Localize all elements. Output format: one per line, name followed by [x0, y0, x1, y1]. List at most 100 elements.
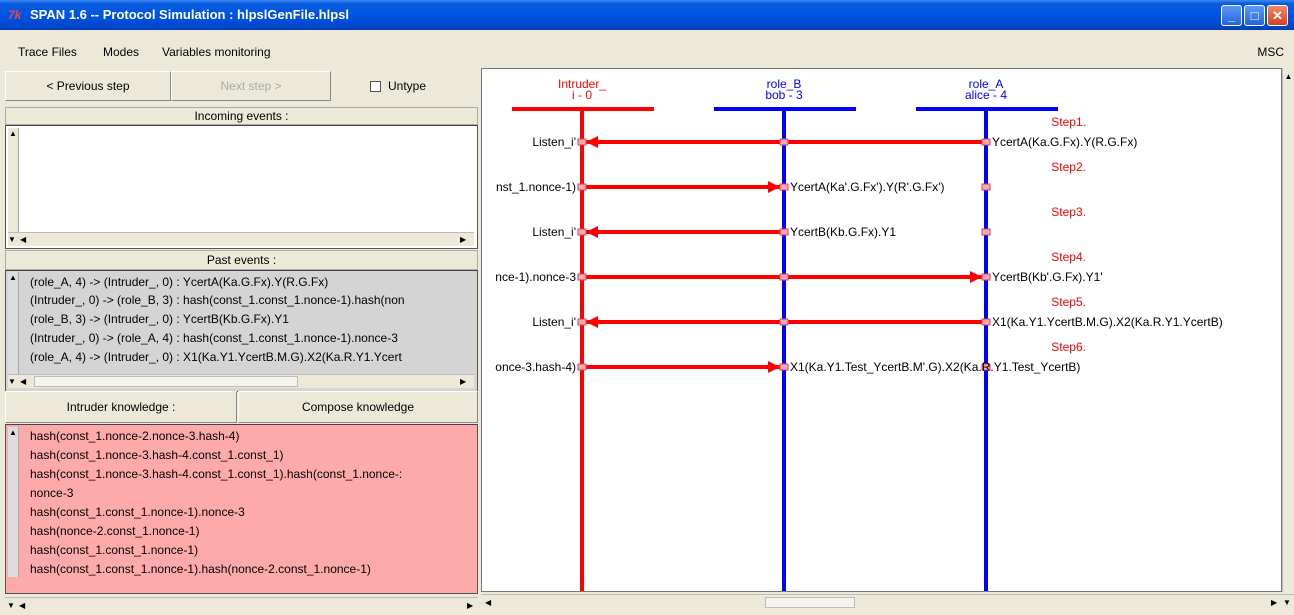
msc-diagram[interactable]: Intruder_ i - 0 role_B bob - 3 role_A alice -… [481, 68, 1282, 592]
incoming-events-header: Incoming events : [5, 107, 478, 125]
scroll-down-icon[interactable]: ▼ [8, 376, 16, 387]
message-right-label: YcertA(Ka'.G.Fx').Y(R'.G.Fx') [790, 180, 945, 194]
past-event[interactable]: (Intruder_, 0) -> (role_B, 3) : hash(con… [30, 293, 405, 307]
message-right-label: YcertA(Ka.G.Fx).Y(R.G.Fx) [992, 135, 1137, 149]
message-left-label: nst_1.nonce-1) [496, 180, 576, 194]
message-anchor [779, 363, 789, 371]
message-anchor [577, 183, 587, 191]
message-anchor [779, 138, 789, 146]
scroll-up-icon[interactable]: ▲ [8, 427, 18, 438]
message-left-label: Listen_i' [532, 315, 576, 329]
incoming-events-panel[interactable] [5, 125, 478, 249]
past-event[interactable]: (role_A, 4) -> (Intruder_, 0) : X1(Ka.Y1… [30, 350, 402, 364]
message-anchor [981, 273, 991, 281]
arrowhead [586, 136, 598, 148]
message-anchor [577, 318, 587, 326]
untype-label: Untype [388, 79, 427, 93]
scroll-right-icon[interactable]: ▶ [467, 600, 473, 611]
scroll-thumb[interactable] [34, 376, 298, 387]
knowledge-item[interactable]: nonce-3 [30, 486, 73, 500]
step-label: Step6. [1051, 340, 1086, 354]
past-vscroll[interactable]: ▲ [8, 272, 19, 374]
msc-hscroll[interactable]: ◀ ▶ ▼ [481, 594, 1294, 610]
incoming-vscroll[interactable]: ▲ [8, 128, 19, 232]
knowledge-hscroll[interactable]: ▼ ◀ ▶ [5, 597, 478, 613]
untype-checkbox[interactable] [370, 81, 381, 92]
role-instance: alice - 4 [965, 88, 1007, 102]
msc-vscroll[interactable]: ▲ [1282, 68, 1294, 592]
knowledge-vscroll[interactable]: ▲ [8, 427, 19, 577]
scroll-up-icon[interactable]: ▲ [1283, 71, 1294, 82]
step-label: Step5. [1051, 295, 1086, 309]
message-left-label: Listen_i' [532, 225, 576, 239]
next-step-button[interactable]: Next step > [171, 71, 331, 101]
scroll-right-icon[interactable]: ▶ [460, 376, 466, 387]
knowledge-item[interactable]: hash(const_1.nonce-3.hash-4.const_1.cons… [30, 467, 402, 481]
scroll-left-icon[interactable]: ◀ [20, 234, 26, 245]
arrowhead [970, 271, 982, 283]
scroll-down-icon[interactable]: ▼ [8, 234, 16, 245]
knowledge-item[interactable]: hash(const_1.nonce-2.nonce-3.hash-4) [30, 429, 239, 443]
message-right-label: YcertB(Kb.G.Fx).Y1 [790, 225, 896, 239]
past-hscroll[interactable]: ▼ ◀ ▶ [8, 374, 474, 388]
arrowhead [768, 181, 780, 193]
knowledge-item[interactable]: hash(const_1.const_1.nonce-1).hash(nonce… [30, 562, 371, 576]
incoming-hscroll[interactable]: ▼ ◀ ▶ [8, 232, 474, 246]
untype-toggle[interactable]: Untype [334, 71, 478, 101]
scroll-left-icon[interactable]: ◀ [19, 600, 25, 611]
knowledge-item[interactable]: hash(const_1.nonce-3.hash-4.const_1.cons… [30, 448, 284, 462]
minimize-icon[interactable]: _ [1221, 5, 1242, 26]
scroll-down-icon[interactable]: ▼ [1283, 597, 1291, 608]
maximize-icon[interactable]: □ [1244, 5, 1265, 26]
message-anchor [577, 228, 587, 236]
message-anchor [779, 183, 789, 191]
message-anchor [981, 138, 991, 146]
scroll-up-icon[interactable]: ▲ [8, 128, 18, 139]
menu-variables-monitoring[interactable]: Variables monitoring [162, 45, 271, 59]
past-event[interactable]: (Intruder_, 0) -> (role_A, 4) : hash(con… [30, 331, 398, 345]
knowledge-item[interactable]: hash(nonce-2.const_1.nonce-1) [30, 524, 199, 538]
title-bar[interactable]: 7k SPAN 1.6 -- Protocol Simulation : hlp… [0, 0, 1294, 30]
message-anchor [981, 228, 991, 236]
scroll-left-icon[interactable]: ◀ [485, 597, 491, 608]
role-instance: bob - 3 [765, 88, 803, 102]
menu-trace-files[interactable]: Trace Files [18, 45, 77, 59]
close-icon[interactable]: ✕ [1267, 5, 1288, 26]
scroll-right-icon[interactable]: ▶ [460, 234, 466, 245]
app-icon: 7k [8, 8, 22, 22]
intruder-knowledge-button[interactable]: Intruder knowledge : [5, 391, 237, 423]
message-right-label: X1(Ka.Y1.Test_YcertB.M'.G).X2(Ka.R.Y1.Te… [790, 360, 1080, 374]
past-events-header: Past events : [5, 250, 478, 270]
message-left-label: nce-1).nonce-3 [495, 270, 576, 284]
past-event[interactable]: (role_A, 4) -> (Intruder_, 0) : YcertA(K… [30, 275, 328, 289]
message-right-label: YcertB(Kb'.G.Fx).Y1' [992, 270, 1103, 284]
message-right-label: X1(Ka.Y1.YcertB.M.G).X2(Ka.R.Y1.YcertB) [992, 315, 1223, 329]
arrowhead [586, 226, 598, 238]
scroll-thumb[interactable] [765, 597, 855, 608]
scroll-left-icon[interactable]: ◀ [20, 376, 26, 387]
role-instance: i - 0 [572, 88, 592, 102]
message-anchor [577, 138, 587, 146]
past-event[interactable]: (role_B, 3) -> (Intruder_, 0) : YcertB(K… [30, 312, 289, 326]
scroll-up-icon[interactable]: ▲ [8, 272, 18, 283]
previous-step-button[interactable]: < Previous step [5, 71, 171, 101]
scroll-right-icon[interactable]: ▶ [1271, 597, 1277, 608]
message-anchor [779, 228, 789, 236]
message-anchor [981, 183, 991, 191]
window-title: SPAN 1.6 -- Protocol Simulation : hlpslG… [30, 7, 350, 22]
knowledge-item[interactable]: hash(const_1.const_1.nonce-1) [30, 543, 198, 557]
message-left-label: Listen_i' [532, 135, 576, 149]
message-left-label: once-3.hash-4) [495, 360, 576, 374]
step-label: Step4. [1051, 250, 1086, 264]
menu-msc[interactable]: MSC [1257, 45, 1284, 59]
step-label: Step2. [1051, 160, 1086, 174]
knowledge-item[interactable]: hash(const_1.const_1.nonce-1).nonce-3 [30, 505, 245, 519]
scroll-down-icon[interactable]: ▼ [7, 600, 15, 611]
step-label: Step1. [1051, 115, 1086, 129]
message-anchor [577, 363, 587, 371]
compose-knowledge-button[interactable]: Compose knowledge [238, 391, 478, 423]
menu-modes[interactable]: Modes [103, 45, 139, 59]
message-anchor [577, 273, 587, 281]
msc-canvas: Intruder_i - 0role_Bbob - 3role_Aalice -… [495, 77, 1223, 591]
message-anchor [981, 318, 991, 326]
